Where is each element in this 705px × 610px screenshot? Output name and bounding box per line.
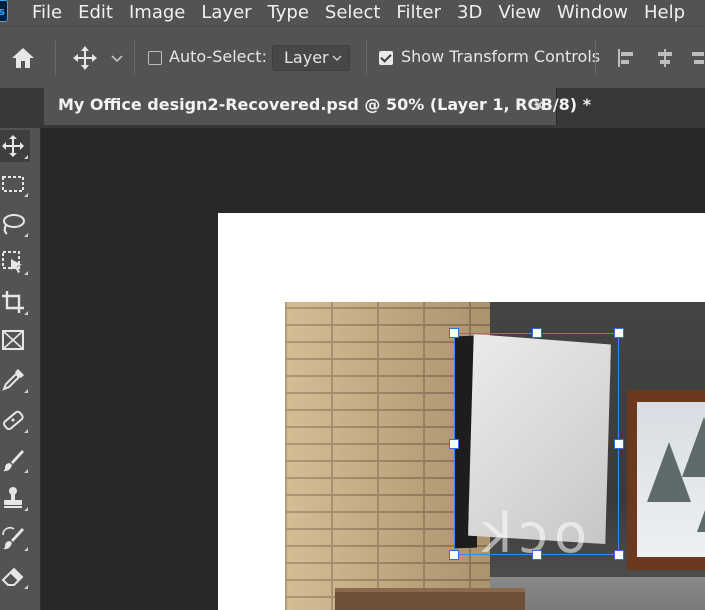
frame-tool[interactable] bbox=[0, 324, 30, 356]
eyedropper-tool[interactable] bbox=[0, 364, 30, 396]
auto-select-target-dropdown[interactable]: Layer bbox=[272, 45, 350, 71]
move-icon bbox=[2, 135, 24, 157]
align-right-button[interactable] bbox=[690, 47, 705, 69]
desk-image bbox=[335, 588, 525, 610]
close-icon[interactable] bbox=[532, 98, 546, 112]
tool-flyout-indicator bbox=[24, 469, 28, 473]
window-image bbox=[627, 390, 705, 570]
menu-help[interactable]: Help bbox=[636, 0, 693, 26]
menu-file[interactable]: File bbox=[24, 0, 70, 26]
menu-image[interactable]: Image bbox=[121, 0, 193, 26]
tools-panel bbox=[0, 128, 41, 610]
transform-handle-middle-right[interactable] bbox=[614, 439, 624, 449]
menu-filter[interactable]: Filter bbox=[388, 0, 449, 26]
options-separator bbox=[55, 41, 56, 75]
home-icon bbox=[12, 48, 34, 68]
eraser-tool[interactable] bbox=[0, 560, 30, 592]
options-separator bbox=[134, 41, 135, 75]
transform-handle-top-left[interactable] bbox=[449, 328, 459, 338]
history-brush-tool[interactable] bbox=[0, 522, 30, 554]
tool-flyout-indicator bbox=[24, 271, 28, 275]
tool-flyout-indicator bbox=[24, 155, 28, 159]
lasso-tool[interactable] bbox=[0, 208, 30, 240]
transform-bounding-box[interactable] bbox=[454, 333, 619, 555]
transform-handle-bottom-right[interactable] bbox=[614, 550, 624, 560]
bandage-icon bbox=[2, 410, 24, 431]
menu-bar: Ps File Edit Image Layer Type Select Fil… bbox=[0, 0, 705, 26]
tool-flyout-indicator bbox=[24, 429, 28, 433]
move-tool[interactable] bbox=[0, 130, 30, 162]
healing-brush-tool[interactable] bbox=[0, 404, 30, 436]
options-separator bbox=[595, 41, 596, 75]
transform-handle-top-center[interactable] bbox=[532, 328, 542, 338]
object-select-tool[interactable] bbox=[0, 246, 30, 278]
tool-flyout-indicator bbox=[24, 193, 28, 197]
clone-stamp-tool[interactable] bbox=[0, 482, 30, 514]
window-glass bbox=[637, 402, 705, 557]
frame-icon bbox=[2, 330, 24, 350]
transform-handle-bottom-left[interactable] bbox=[449, 550, 459, 560]
document-tab-bar: My Office design2-Recovered.psd @ 50% (L… bbox=[0, 88, 705, 128]
transform-handle-middle-left[interactable] bbox=[449, 439, 459, 449]
crop-tool[interactable] bbox=[0, 286, 30, 318]
auto-select-label: Auto-Select: bbox=[169, 47, 267, 66]
tool-flyout-indicator bbox=[24, 389, 28, 393]
marquee-tool[interactable] bbox=[0, 168, 30, 200]
menu-edit[interactable]: Edit bbox=[70, 0, 121, 26]
history-brush-icon bbox=[2, 526, 24, 550]
crop-icon bbox=[2, 291, 24, 313]
rect-marquee-icon bbox=[2, 176, 24, 192]
tool-flyout-indicator bbox=[24, 233, 28, 237]
document-tab[interactable]: My Office design2-Recovered.psd @ 50% (L… bbox=[44, 88, 591, 125]
app-logo: Ps bbox=[0, 0, 8, 22]
transform-handle-bottom-center[interactable] bbox=[532, 550, 542, 560]
move-icon bbox=[73, 46, 97, 70]
align-right-icon bbox=[692, 52, 704, 64]
photoshop-window: Ps File Edit Image Layer Type Select Fil… bbox=[0, 0, 705, 610]
menu-type[interactable]: Type bbox=[260, 0, 317, 26]
options-bar: Auto-Select: Layer Show Transform Contro… bbox=[0, 26, 705, 89]
show-transform-checkbox[interactable] bbox=[379, 51, 393, 65]
lasso-icon bbox=[3, 214, 25, 235]
snowy-tree bbox=[697, 472, 705, 532]
tool-flyout-indicator bbox=[24, 585, 28, 589]
align-center-icon bbox=[658, 49, 672, 67]
home-button[interactable] bbox=[8, 43, 38, 73]
eraser-icon bbox=[1, 567, 24, 586]
object-select-icon bbox=[2, 251, 22, 273]
chevron-down-icon bbox=[332, 55, 342, 62]
snowy-tree bbox=[682, 417, 705, 477]
tool-flyout-indicator bbox=[24, 507, 28, 511]
brush-tool[interactable] bbox=[0, 444, 30, 476]
tool-preset-chevron[interactable] bbox=[109, 50, 125, 66]
stamp-icon bbox=[4, 487, 22, 508]
show-transform-label: Show Transform Controls bbox=[401, 47, 601, 66]
menu-window[interactable]: Window bbox=[549, 0, 636, 26]
transform-handle-top-right[interactable] bbox=[614, 328, 624, 338]
menu-view[interactable]: View bbox=[490, 0, 549, 26]
menu-select[interactable]: Select bbox=[317, 0, 389, 26]
align-center-button[interactable] bbox=[654, 47, 676, 69]
auto-select-target-value: Layer bbox=[284, 48, 329, 67]
align-left-button[interactable] bbox=[615, 47, 637, 69]
menu-3d[interactable]: 3D bbox=[449, 0, 490, 26]
menu-layer[interactable]: Layer bbox=[193, 0, 259, 26]
options-separator bbox=[366, 41, 367, 75]
tool-flyout-indicator bbox=[24, 547, 28, 551]
menu-items: File Edit Image Layer Type Select Filter… bbox=[24, 0, 693, 26]
brush-icon bbox=[3, 450, 24, 472]
auto-select-checkbox[interactable] bbox=[148, 51, 162, 65]
chevron-down-icon bbox=[111, 55, 123, 63]
align-left-icon bbox=[618, 49, 633, 67]
tool-preset-button[interactable] bbox=[70, 43, 100, 73]
tool-flyout-indicator bbox=[24, 311, 28, 315]
document-tab-title: My Office design2-Recovered.psd @ 50% (L… bbox=[58, 95, 592, 114]
eyedropper-icon bbox=[2, 369, 24, 391]
